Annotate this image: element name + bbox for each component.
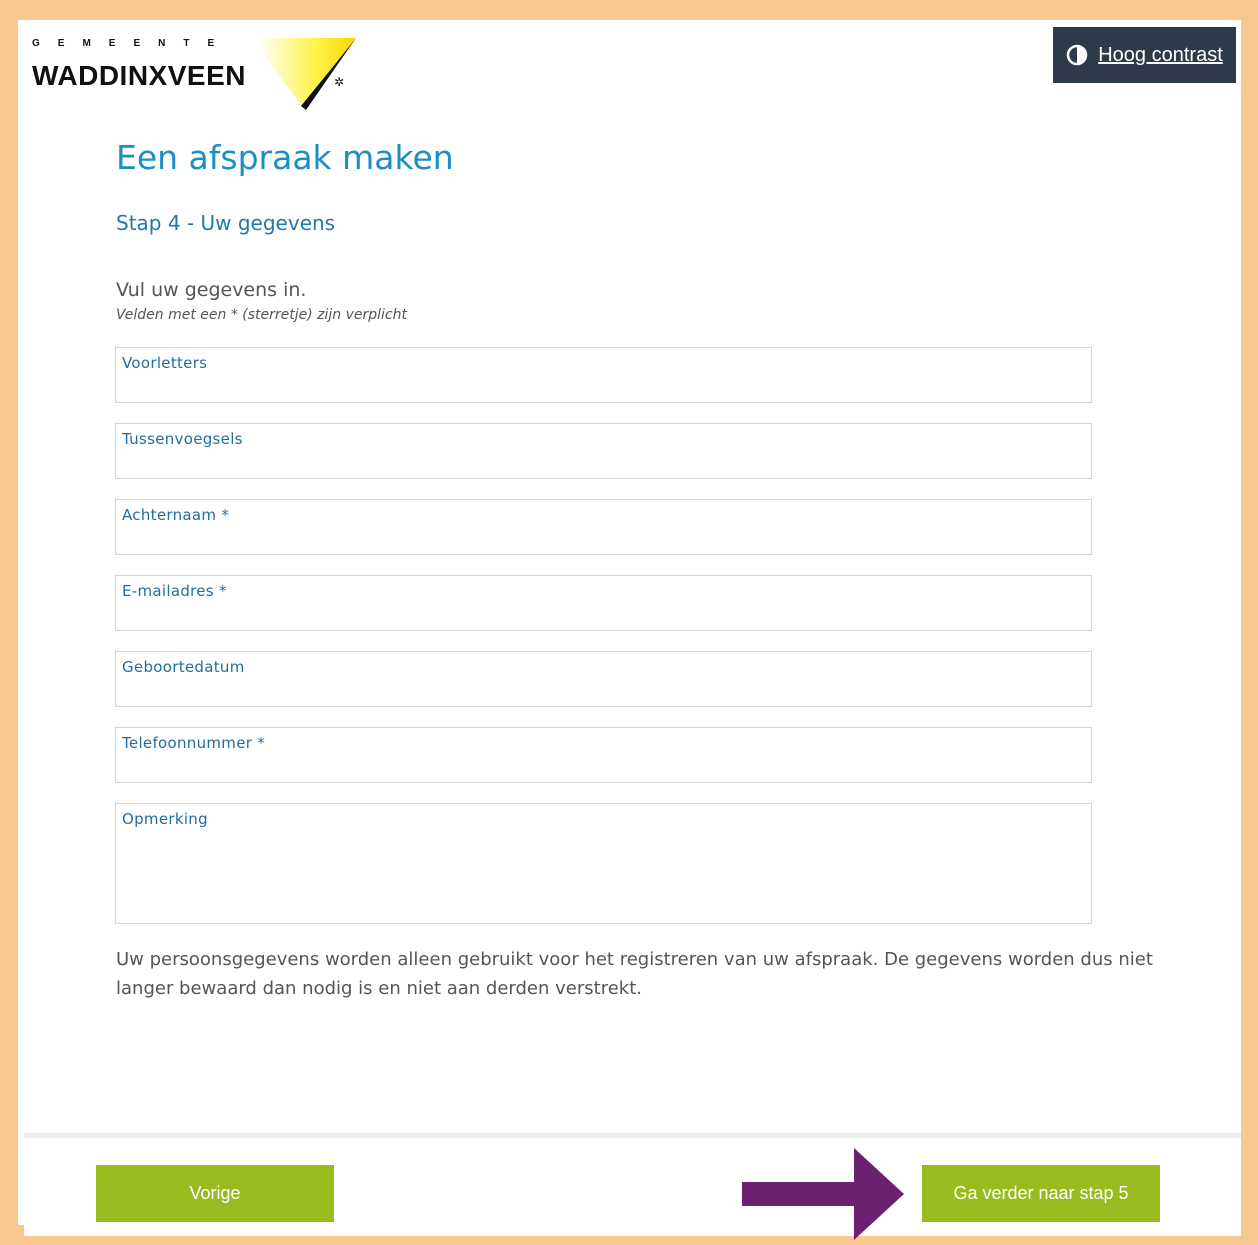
geboortedatum-label: Geboortedatum — [122, 658, 245, 676]
next-step-button[interactable]: Ga verder naar stap 5 — [922, 1165, 1160, 1222]
geboortedatum-field[interactable]: Geboortedatum — [115, 651, 1092, 707]
logo-top-text: GEMEENTE — [32, 38, 233, 49]
high-contrast-button[interactable]: Hoog contrast — [1053, 27, 1236, 83]
page-title: Een afspraak maken — [116, 138, 454, 177]
required-note: Velden met een * (sterretje) zijn verpli… — [116, 307, 407, 323]
email-label: E-mailadres * — [122, 582, 227, 600]
telefoon-label: Telefoonnummer * — [122, 734, 266, 752]
previous-button[interactable]: Vorige — [96, 1165, 334, 1222]
site-logo[interactable]: GEMEENTE ✲ WADDINXVEEN — [32, 38, 362, 113]
contrast-icon — [1066, 44, 1088, 66]
telefoon-input[interactable] — [122, 758, 1085, 778]
logo-main-text: WADDINXVEEN — [32, 60, 246, 91]
voorletters-label: Voorletters — [122, 354, 208, 372]
achternaam-field[interactable]: Achternaam * — [115, 499, 1092, 555]
telefoon-field[interactable]: Telefoonnummer * — [115, 727, 1092, 783]
svg-text:✲: ✲ — [334, 75, 344, 89]
logo-emblem: ✲ — [256, 38, 356, 110]
step-title: Stap 4 - Uw gegevens — [116, 211, 336, 235]
intro-text: Vul uw gegevens in. — [116, 279, 307, 301]
privacy-notice: Uw persoonsgegevens worden alleen gebrui… — [116, 949, 1153, 999]
email-field[interactable]: E-mailadres * — [115, 575, 1092, 631]
achternaam-label: Achternaam * — [122, 506, 230, 524]
arrow-right-icon — [742, 1148, 904, 1240]
voorletters-input[interactable] — [122, 378, 1085, 398]
footer-divider — [24, 1133, 1241, 1138]
geboortedatum-input[interactable] — [122, 682, 1085, 702]
achternaam-input[interactable] — [122, 530, 1085, 550]
tussenvoegsels-label: Tussenvoegsels — [122, 430, 243, 448]
voorletters-field[interactable]: Voorletters — [115, 347, 1092, 403]
tussenvoegsels-input[interactable] — [122, 454, 1085, 474]
opmerking-label: Opmerking — [122, 810, 208, 828]
tussenvoegsels-field[interactable]: Tussenvoegsels — [115, 423, 1092, 479]
opmerking-textarea[interactable] — [122, 834, 1085, 917]
opmerking-field[interactable]: Opmerking — [115, 803, 1092, 924]
page-container — [24, 27, 1241, 1236]
email-input[interactable] — [122, 606, 1085, 626]
high-contrast-label: Hoog contrast — [1098, 43, 1223, 66]
